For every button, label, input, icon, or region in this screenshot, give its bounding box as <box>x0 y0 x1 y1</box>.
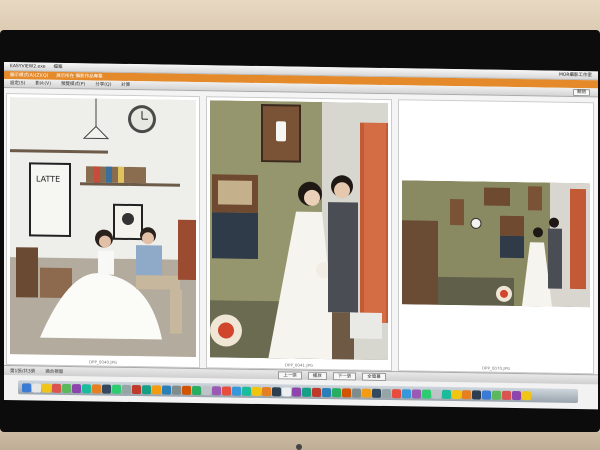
next-button[interactable]: 下一張 <box>332 371 357 381</box>
dock-app-icon[interactable] <box>342 387 351 397</box>
dock-app-icon[interactable] <box>152 384 161 394</box>
dock-app-icon[interactable] <box>492 390 501 400</box>
play-button[interactable]: 播放 <box>307 371 327 380</box>
toolbar-calc[interactable]: 計算 <box>121 82 130 88</box>
menu-app-name[interactable]: EASYVIEW2.exe <box>10 64 46 70</box>
dock-app-icon[interactable] <box>412 388 421 399</box>
wall-background <box>0 0 600 34</box>
dock-app-icon[interactable] <box>122 384 131 394</box>
dock-app-icon[interactable] <box>202 385 211 395</box>
dock-app-icon[interactable] <box>242 386 251 396</box>
menu-file[interactable]: 檔案 <box>54 64 63 70</box>
title-mode: 顯示模式(A)(Z)(Q) <box>10 73 49 79</box>
dock-app-icon[interactable] <box>62 383 71 393</box>
dock-app-icon[interactable] <box>132 384 141 394</box>
dock-app-icon[interactable] <box>102 384 111 394</box>
fullscreen-button[interactable]: 全螢幕 <box>362 372 386 381</box>
toolbar-video[interactable]: 影片(V) <box>35 80 51 86</box>
dock-app-icon[interactable] <box>512 390 521 400</box>
status-counter: 第1張/共3張 <box>10 368 36 374</box>
dock-app-icon[interactable] <box>482 390 491 400</box>
dock-app-icon[interactable] <box>432 389 441 399</box>
svg-text:LATTE: LATTE <box>36 175 60 184</box>
dock-app-icon[interactable] <box>222 385 231 396</box>
menu-studio-name: MOR攝影工作室 <box>558 72 592 79</box>
dock-app-icon[interactable] <box>322 387 331 397</box>
dock-app-icon[interactable] <box>72 383 81 393</box>
dock-app-icon[interactable] <box>292 387 301 397</box>
dock-app-icon[interactable] <box>382 388 391 398</box>
zoom-fit-button[interactable]: 適合視窗 <box>45 368 63 374</box>
dock-app-icon[interactable] <box>272 386 281 396</box>
dock-app-icon[interactable] <box>32 382 41 393</box>
dock-app-icon[interactable] <box>402 388 411 398</box>
photo-stage: LATTE DPP_0040.JPG DPP_0041.JPG DPP_0070… <box>4 89 598 385</box>
apple-logo-icon <box>296 444 302 450</box>
dock-app-icon[interactable] <box>252 386 261 396</box>
dock-app-icon[interactable] <box>282 386 291 397</box>
dock-app-icon[interactable] <box>442 389 451 399</box>
dock-app-icon[interactable] <box>452 389 461 399</box>
dock-app-icon[interactable] <box>362 388 371 398</box>
dock-app-icon[interactable] <box>352 387 361 398</box>
dock-app-icon[interactable] <box>192 385 201 395</box>
dock-app-icon[interactable] <box>142 384 151 394</box>
dock-app-icon[interactable] <box>422 389 431 399</box>
dock-app-icon[interactable] <box>22 382 31 392</box>
photo-2-image <box>210 100 388 361</box>
dock-app-icon[interactable] <box>522 390 531 400</box>
photo-panel-3[interactable]: DPP_0070.JPG <box>398 99 594 375</box>
dock-app-icon[interactable] <box>42 383 51 393</box>
toolbar-settings[interactable]: 設定(S) <box>10 80 25 86</box>
dock-app-icon[interactable] <box>52 383 61 393</box>
dock-app-icon[interactable] <box>312 387 321 397</box>
dock-app-icon[interactable] <box>82 383 91 393</box>
dock-app-icon[interactable] <box>112 384 121 394</box>
dock-app-icon[interactable] <box>392 388 401 398</box>
toolbar-share[interactable]: 分享(Q) <box>95 81 111 87</box>
dock-app-icon[interactable] <box>462 389 471 399</box>
prev-button[interactable]: 上一張 <box>278 370 302 380</box>
dock-app-icon[interactable] <box>172 385 181 395</box>
photo-3-image <box>402 180 590 315</box>
toolbar-preview[interactable]: 預覽模式(P) <box>61 81 85 87</box>
dock-app-icon[interactable] <box>162 384 171 395</box>
dock-app-icon[interactable] <box>502 390 511 400</box>
dock-app-icon[interactable] <box>92 383 101 394</box>
dock-app-icon[interactable] <box>212 385 221 395</box>
dock-app-icon[interactable] <box>182 385 191 395</box>
dock-app-icon[interactable] <box>472 389 481 399</box>
dock-app-icon[interactable] <box>372 388 381 398</box>
dock-app-icon[interactable] <box>302 387 311 397</box>
photo-panel-1[interactable]: LATTE DPP_0040.JPG <box>6 93 200 369</box>
monitor-screen: EASYVIEW2.exe 檔案 MOR攝影工作室 顯示模式(A)(Z)(Q) … <box>4 62 598 410</box>
dock-app-icon[interactable] <box>332 387 341 397</box>
mac-dock <box>18 380 578 404</box>
dock-app-icon[interactable] <box>232 386 241 396</box>
photo-1-image: LATTE <box>10 97 196 358</box>
dock-app-icon[interactable] <box>262 386 271 396</box>
title-location: 展示所在 攝影作品專業 <box>56 73 103 80</box>
photo-panel-2[interactable]: DPP_0041.JPG <box>206 96 392 372</box>
close-button[interactable]: 關閉 <box>573 88 590 97</box>
